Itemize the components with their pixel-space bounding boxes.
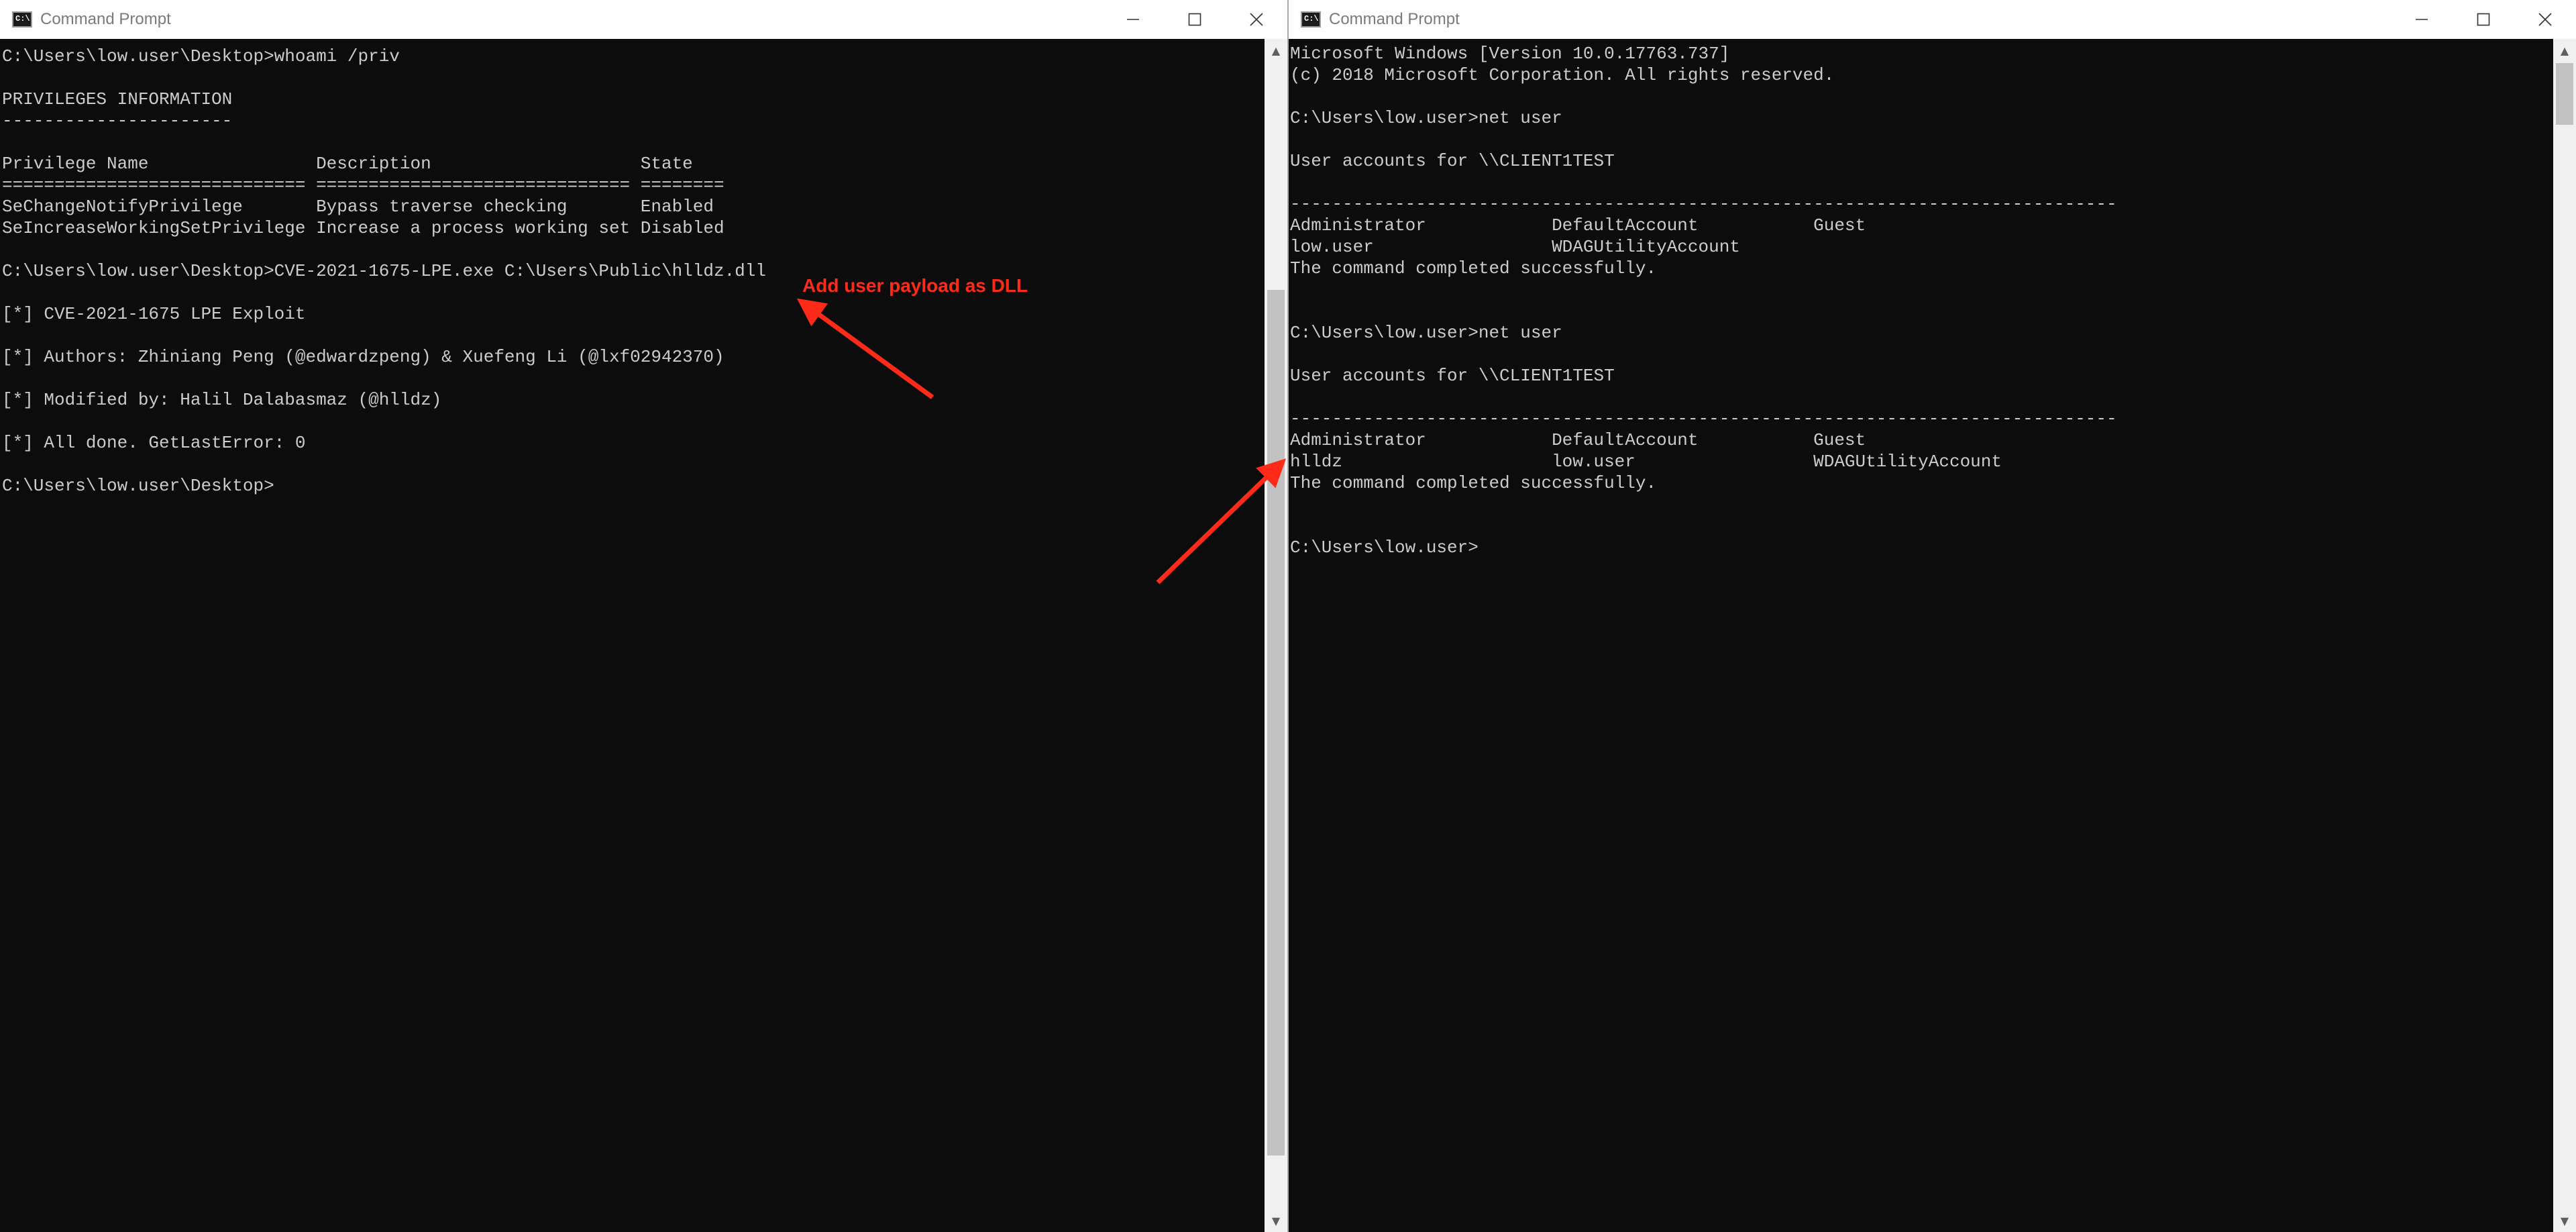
scroll-down-arrow-icon[interactable]: ▼ <box>1265 1209 1287 1232</box>
console-line: SeChangeNotifyPrivilege Bypass traverse … <box>2 197 714 217</box>
console-line: hlldz low.user WDAGUtilityAccount <box>1290 452 2002 472</box>
window-controls <box>2391 0 2576 39</box>
minimize-button[interactable] <box>1102 0 1164 39</box>
maximize-button[interactable] <box>1164 0 1226 39</box>
cmd-icon: C:\ <box>1301 11 1321 28</box>
console-line: C:\Users\low.user\Desktop>CVE-2021-1675-… <box>2 261 766 281</box>
left-command-prompt-window: C:\ Command Prompt C:\Users\low.user\Des… <box>0 0 1287 1232</box>
minimize-icon <box>2416 19 2428 20</box>
maximize-button[interactable] <box>2453 0 2514 39</box>
console-line: low.user WDAGUtilityAccount <box>1290 237 1740 257</box>
console-line: Microsoft Windows [Version 10.0.17763.73… <box>1290 44 1730 64</box>
close-button[interactable] <box>1226 0 1287 39</box>
console-line: The command completed successfully. <box>1290 473 1657 493</box>
console-line: [*] All done. GetLastError: 0 <box>2 433 306 453</box>
console-line: [*] Authors: Zhiniang Peng (@edwardzpeng… <box>2 347 724 367</box>
console-line: Privilege Name Description State <box>2 154 693 174</box>
cmd-icon-glyph: C:\ <box>1304 14 1319 23</box>
console-line: ============================= ==========… <box>2 175 724 195</box>
console-output[interactable]: Microsoft Windows [Version 10.0.17763.73… <box>1289 39 2552 1232</box>
console-line: ----------------------------------------… <box>1290 409 2117 429</box>
scroll-down-arrow-icon[interactable]: ▼ <box>2553 1209 2576 1232</box>
annotation-label: Add user payload as DLL <box>802 275 1028 296</box>
cmd-icon-glyph: C:\ <box>15 14 30 23</box>
vertical-scrollbar[interactable]: ▲ ▼ <box>1265 39 1287 1232</box>
console-line: [*] CVE-2021-1675 LPE Exploit <box>2 304 306 324</box>
close-button[interactable] <box>2514 0 2576 39</box>
console-line: PRIVILEGES INFORMATION <box>2 89 233 109</box>
console-line: SeIncreaseWorkingSetPrivilege Increase a… <box>2 218 724 238</box>
minimize-button[interactable] <box>2391 0 2453 39</box>
scroll-up-arrow-icon[interactable]: ▲ <box>1265 39 1287 62</box>
right-command-prompt-window: C:\ Command Prompt Microsoft Windows [Ve… <box>1287 0 2576 1232</box>
console-line: Administrator DefaultAccount Guest <box>1290 430 1866 450</box>
cmd-icon: C:\ <box>12 11 32 28</box>
console-line: [*] Modified by: Halil Dalabasmaz (@hlld… <box>2 390 442 410</box>
console-padding <box>0 39 1263 46</box>
window-title: Command Prompt <box>40 10 171 28</box>
minimize-icon <box>1127 19 1139 20</box>
maximize-icon <box>2477 13 2490 26</box>
vertical-scrollbar[interactable]: ▲ ▼ <box>2553 39 2576 1232</box>
console-line: C:\Users\low.user\Desktop> <box>2 476 274 496</box>
console-line: User accounts for \\CLIENT1TEST <box>1290 151 1615 171</box>
console-line: Administrator DefaultAccount Guest <box>1290 215 1866 236</box>
left-titlebar[interactable]: C:\ Command Prompt <box>0 0 1287 39</box>
window-title: Command Prompt <box>1329 10 1460 28</box>
console-line: ----------------------------------------… <box>1290 194 2117 214</box>
console-line: ---------------------- <box>2 111 233 131</box>
close-icon <box>2538 13 2552 26</box>
console-line: C:\Users\low.user>net user <box>1290 323 1562 343</box>
console-line: User accounts for \\CLIENT1TEST <box>1290 366 1615 386</box>
window-controls <box>1102 0 1287 39</box>
close-icon <box>1250 13 1263 26</box>
console-line: The command completed successfully. <box>1290 258 1657 278</box>
console-line: (c) 2018 Microsoft Corporation. All righ… <box>1290 65 1835 85</box>
console-line: C:\Users\low.user> <box>1290 537 1479 558</box>
console-output[interactable]: C:\Users\low.user\Desktop>whoami /priv PR… <box>0 39 1263 1232</box>
scrollbar-thumb[interactable] <box>2556 63 2573 125</box>
console-line: C:\Users\low.user>net user <box>1290 108 1562 128</box>
scroll-up-arrow-icon[interactable]: ▲ <box>2553 39 2576 62</box>
right-titlebar[interactable]: C:\ Command Prompt <box>1289 0 2576 39</box>
maximize-icon <box>1188 13 1201 26</box>
scrollbar-thumb[interactable] <box>1267 290 1285 1156</box>
console-line: C:\Users\low.user\Desktop>whoami /priv <box>2 46 400 66</box>
